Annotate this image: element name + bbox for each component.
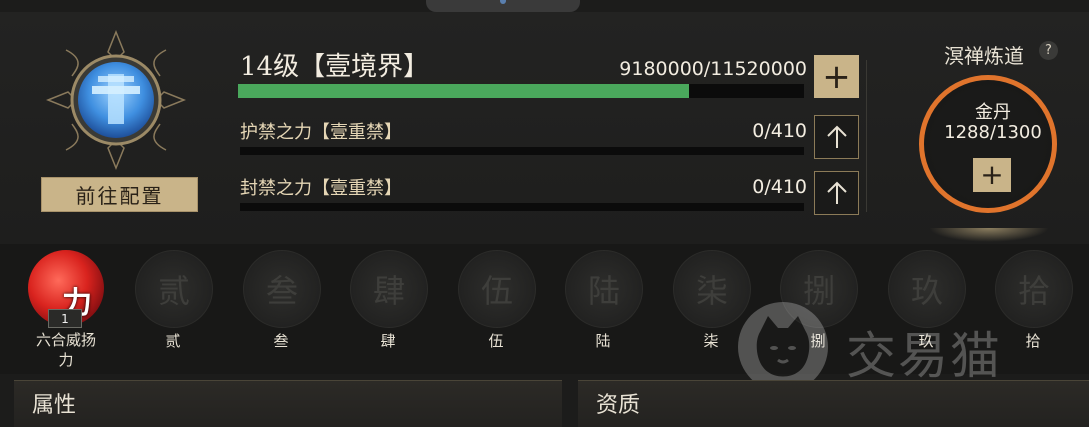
exp-progress-bar: [238, 84, 804, 98]
skill-slot-glyph: 叁: [265, 272, 298, 310]
skill-slot-6[interactable]: 陆: [565, 250, 643, 328]
upgrade-seal-button[interactable]: [814, 171, 859, 215]
guard-force-bar: [240, 147, 804, 155]
watermark-text: 交易猫: [846, 327, 1002, 385]
skill-slot-2[interactable]: 贰: [135, 250, 213, 328]
exp-value: 9180000/11520000: [619, 58, 807, 80]
tab-aptitude[interactable]: 资质: [578, 380, 1089, 427]
tab-attributes[interactable]: 属性: [14, 380, 562, 427]
skill-slot-label: 肆: [380, 332, 396, 350]
go-configure-button[interactable]: 前往配置: [41, 177, 198, 212]
skill-active-label-line2: 力: [58, 351, 74, 369]
exp-progress-fill: [238, 84, 690, 98]
guard-force-value: 0/410: [752, 120, 807, 142]
skill-active-label: 六合威扬 力: [22, 330, 110, 370]
upgrade-guard-button[interactable]: [814, 115, 859, 159]
skill-slot-glyph: 伍: [480, 272, 513, 310]
skill-slot-label: 贰: [165, 332, 181, 350]
skill-level-badge: 1: [48, 309, 82, 328]
level-title: 14级【壹境界】: [240, 52, 430, 82]
skill-slot-3[interactable]: 叁: [243, 250, 321, 328]
skill-slot-label: 伍: [488, 332, 504, 350]
skill-slot-glyph: 陆: [587, 272, 620, 310]
seal-force-value: 0/410: [752, 176, 807, 198]
seal-force-bar: [240, 203, 804, 211]
sword-emblem-icon[interactable]: [46, 30, 186, 170]
skill-slot-4[interactable]: 肆: [350, 250, 428, 328]
skill-slot-5[interactable]: 伍: [458, 250, 536, 328]
skill-slot-glyph: 贰: [157, 272, 190, 310]
arrow-up-icon: [826, 125, 847, 148]
guard-force-label: 护禁之力【壹重禁】: [240, 122, 402, 143]
skill-slot-label: 叁: [273, 332, 289, 350]
seal-force-label: 封禁之力【壹重禁】: [240, 178, 402, 199]
tab-aptitude-label: 资质: [596, 393, 641, 418]
ring-circle: 金丹 1288/1300 +: [919, 75, 1057, 213]
golden-core-ring[interactable]: 金丹 1288/1300 +: [900, 62, 1080, 242]
cat-logo-icon: [738, 302, 828, 392]
tab-indicator: [500, 0, 506, 4]
ring-value: 1288/1300: [944, 122, 1042, 143]
ring-add-button[interactable]: +: [973, 158, 1011, 192]
arrow-up-icon: [826, 181, 847, 204]
skill-active-label-line1: 六合威扬: [35, 331, 96, 349]
ring-title: 金丹: [975, 102, 1011, 123]
add-exp-button[interactable]: +: [814, 55, 859, 98]
top-pull-tab[interactable]: [426, 0, 580, 12]
divider: [866, 60, 867, 212]
watermark: 交易猫: [738, 302, 1068, 392]
skill-slot-glyph: 肆: [372, 272, 405, 310]
skill-slot-label: 陆: [595, 332, 611, 350]
help-icon[interactable]: ?: [1039, 41, 1058, 60]
tab-attributes-label: 属性: [32, 393, 77, 418]
ring-glow: [929, 228, 1049, 242]
